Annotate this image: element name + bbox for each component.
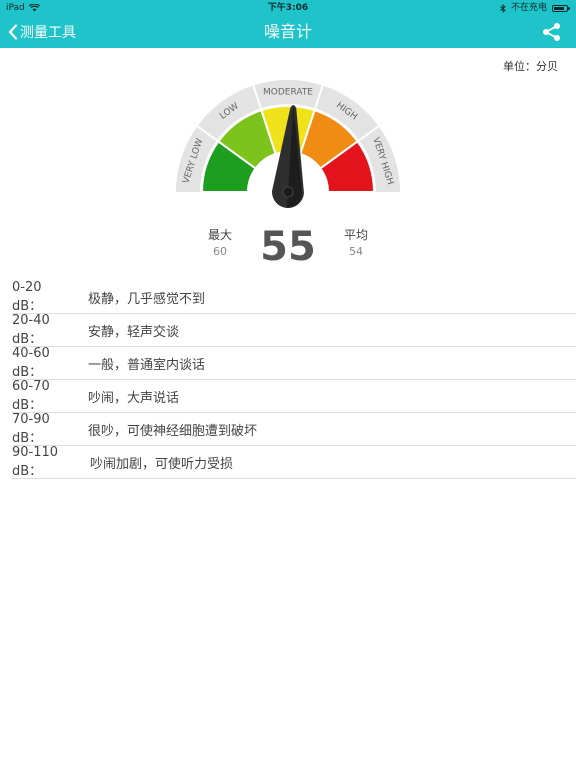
- level-range: 0-20 dB：: [12, 280, 43, 314]
- level-range: 70-90 dB：: [12, 412, 50, 446]
- status-time: 下午3:06: [267, 3, 309, 13]
- avg-block: 平均 54: [336, 226, 376, 258]
- noise-level-list: 0-20 dB： 极静，几乎感觉不到 20-40 dB： 安静，轻声交谈 40-…: [12, 280, 576, 479]
- noise-gauge: VERY LOWLOWMODERATEHIGHVERY HIGH: [176, 80, 400, 208]
- max-value: 60: [213, 245, 227, 258]
- level-description: 吵闹，大声说话: [88, 390, 180, 406]
- max-label: 最大: [207, 228, 232, 242]
- page-title: 噪音计: [263, 22, 312, 41]
- status-right: 不在充电: [500, 0, 570, 16]
- bluetooth-icon: [500, 3, 506, 13]
- battery-icon: [552, 4, 570, 12]
- charging-status: 不在充电: [510, 3, 547, 13]
- list-item: 0-20 dB： 极静，几乎感觉不到: [12, 280, 576, 314]
- max-block: 最大 60: [200, 226, 240, 258]
- current-db-value: 55: [260, 224, 316, 270]
- share-icon[interactable]: [542, 22, 562, 42]
- status-bar: iPad 下午3:06 不在充电: [0, 0, 576, 16]
- list-item: 70-90 dB： 很吵，可使神经细胞遭到破坏: [12, 412, 576, 446]
- list-item: 90-110 dB： 吵闹加剧，可使听力受损: [12, 445, 576, 479]
- level-description: 极静，几乎感觉不到: [88, 291, 206, 307]
- level-range: 20-40 dB：: [12, 313, 50, 347]
- list-item: 40-60 dB： 一般，普通室内谈话: [12, 346, 576, 380]
- avg-value: 54: [349, 245, 363, 258]
- level-description: 安静，轻声交谈: [88, 324, 180, 340]
- level-description: 很吵，可使神经细胞遭到破坏: [88, 423, 258, 439]
- readout: 最大 60 55 平均 54: [0, 224, 576, 276]
- nav-bar: 测量工具 噪音计: [0, 16, 576, 48]
- list-item: 20-40 dB： 安静，轻声交谈: [12, 313, 576, 347]
- level-description: 一般，普通室内谈话: [88, 357, 206, 373]
- level-range: 60-70 dB：: [12, 379, 50, 413]
- gauge-segment-label: MODERATE: [263, 88, 313, 98]
- level-range: 90-110 dB：: [12, 445, 59, 479]
- level-description: 吵闹加剧，可使听力受损: [90, 456, 234, 472]
- level-range: 40-60 dB：: [12, 346, 50, 380]
- avg-label: 平均: [343, 228, 368, 242]
- list-item: 60-70 dB： 吵闹，大声说话: [12, 379, 576, 413]
- unit-label: 单位：分贝: [503, 60, 558, 73]
